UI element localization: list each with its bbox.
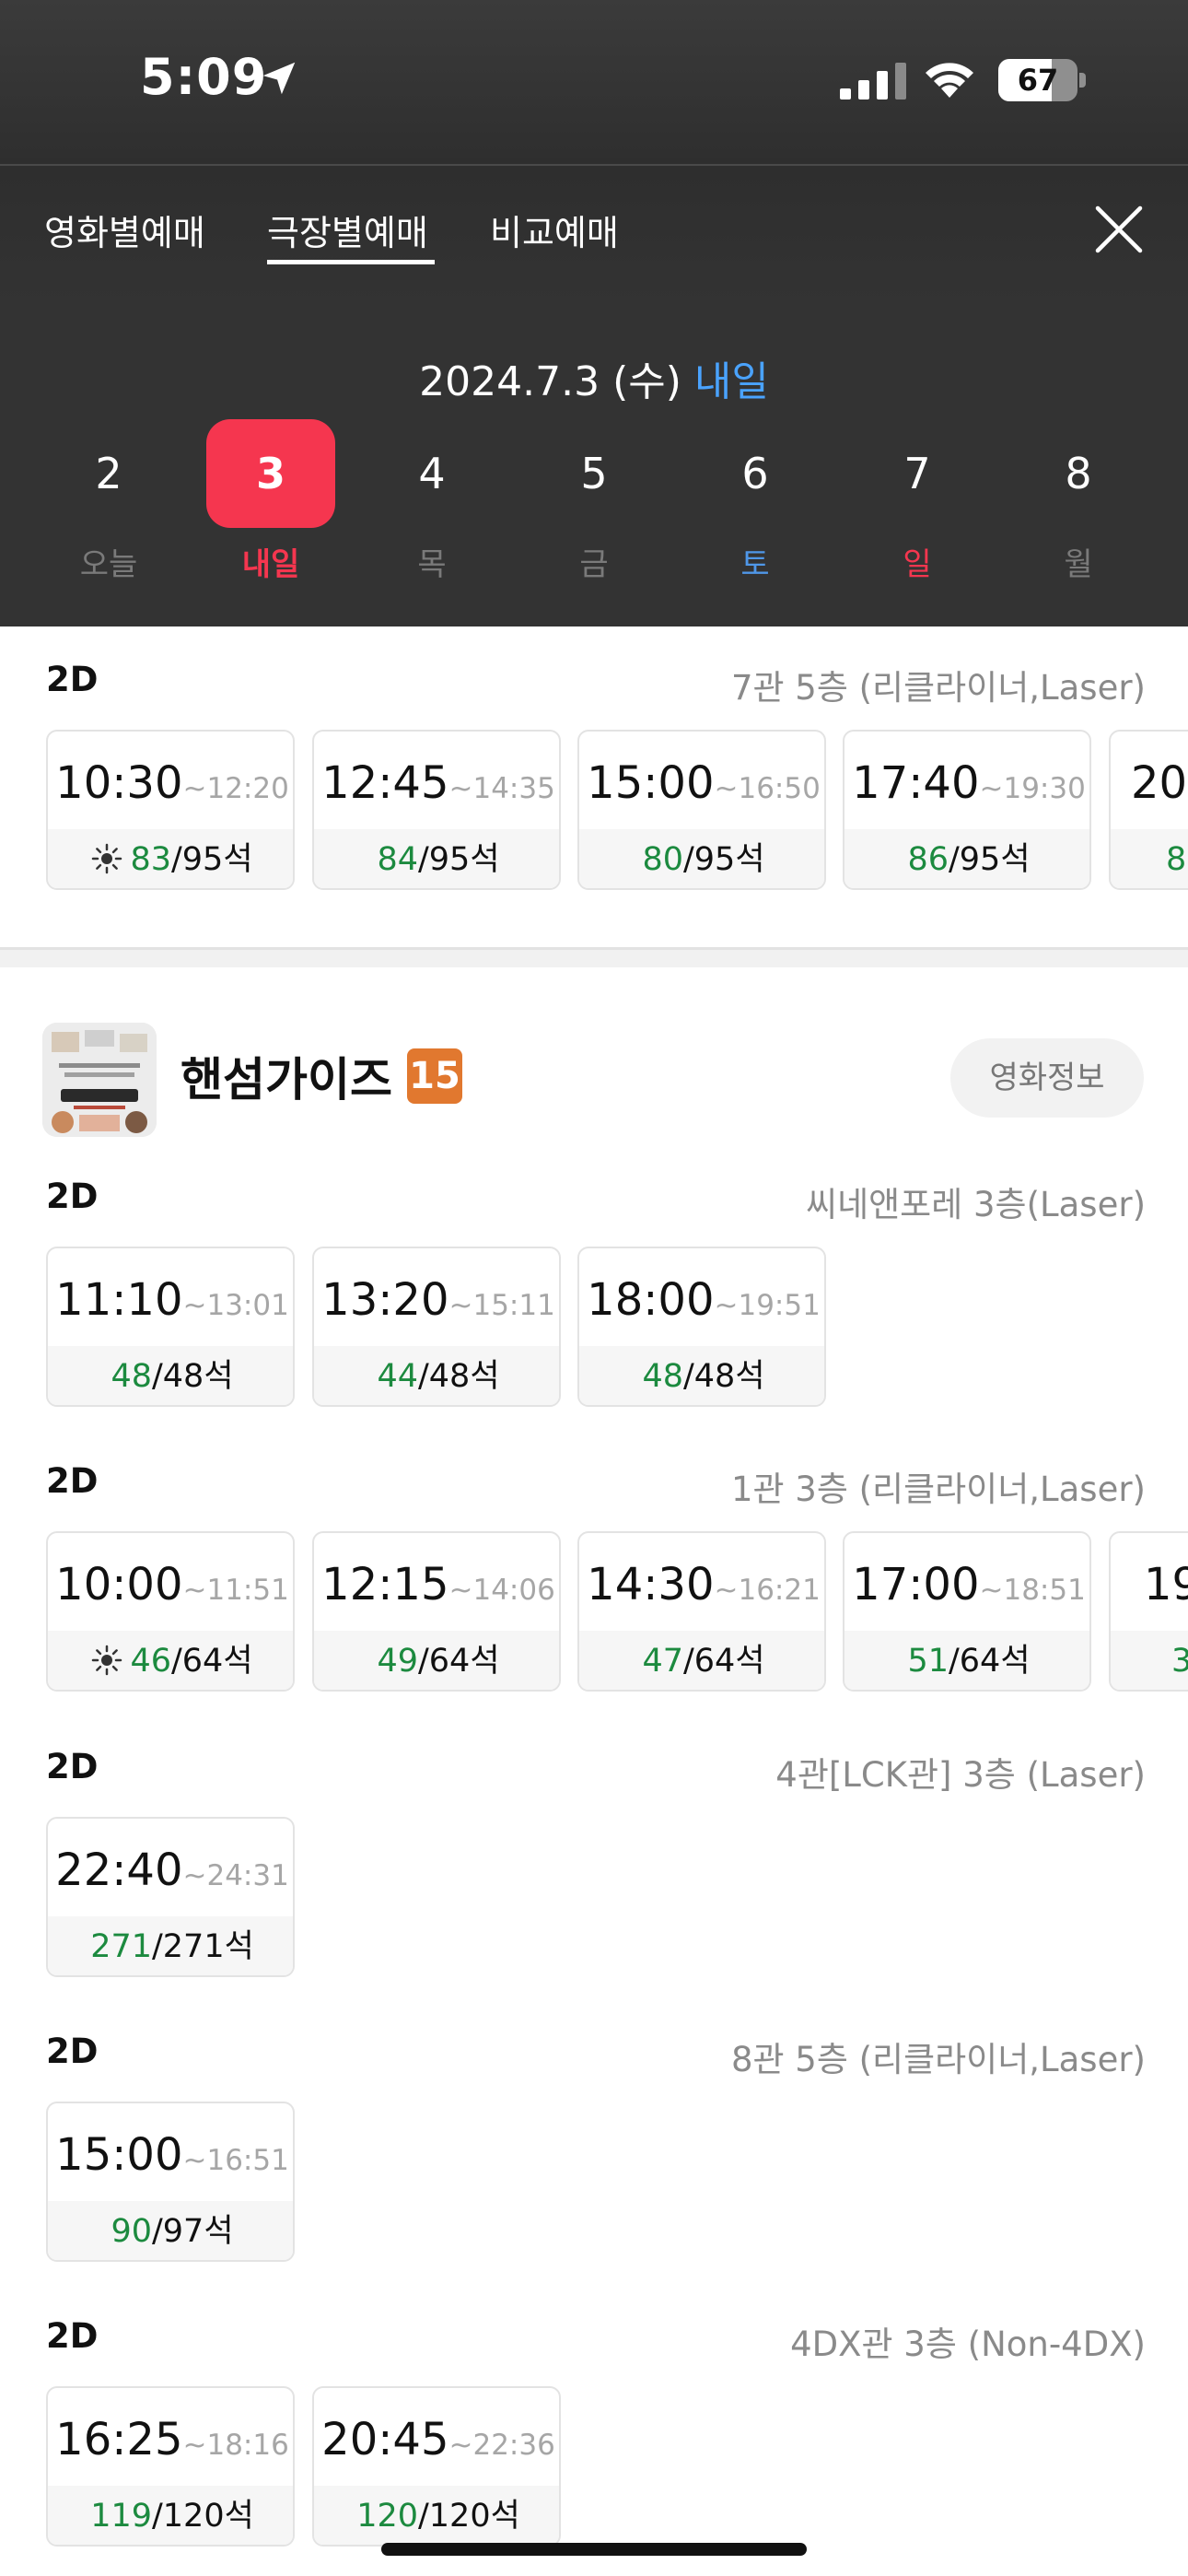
showtime-row: 10:30~12:20 83/95석 12:45~14:35 84/95석 15… [46, 730, 1188, 892]
wifi-icon [926, 63, 973, 98]
showtime-slot[interactable]: 13:20~15:11 44/48석 [312, 1247, 561, 1407]
close-icon[interactable] [1090, 201, 1147, 258]
hall-label: 4DX관 3층 (Non-4DX) [790, 2324, 1146, 2364]
morning-sun-icon [92, 843, 122, 874]
home-indicator[interactable] [381, 2543, 807, 2556]
section-divider [0, 947, 1188, 967]
showtime-slot[interactable]: 20:45~22:36 120/120석 [312, 2386, 561, 2547]
poster-image [42, 1023, 157, 1137]
showtime-slot[interactable]: 10:00~11:51 46/64석 [46, 1531, 295, 1692]
day-item[interactable]: 2 오늘 [44, 419, 173, 583]
showtime-slot[interactable]: 12:15~14:06 49/64석 [312, 1531, 561, 1692]
status-time: 5:09 [140, 48, 268, 106]
tab-compare-booking[interactable]: 비교예매 [490, 205, 619, 255]
showtime-slot[interactable]: 14:30~16:21 47/64석 [577, 1531, 826, 1692]
showtime-slot[interactable]: 20: 8 [1109, 730, 1188, 890]
showtime-slot[interactable]: 18:00~19:51 48/48석 [577, 1247, 826, 1407]
format-label: 2D [46, 1747, 99, 1786]
morning-sun-icon [92, 1645, 122, 1676]
cellular-signal-icon [840, 63, 906, 100]
format-label: 2D [46, 660, 99, 699]
format-label: 2D [46, 1177, 99, 1216]
age-rating-badge: 15 [407, 1048, 462, 1104]
showtime-row: 10:00~11:51 46/64석 12:15~14:06 49/64석 14… [46, 1531, 1188, 1693]
showtime-slot[interactable]: 15:00~16:51 90/97석 [46, 2102, 295, 2262]
hall-label: 1관 3층 (리클라이너,Laser) [730, 1469, 1146, 1509]
showtime-slot[interactable]: 15:00~16:50 80/95석 [577, 730, 826, 890]
location-arrow-icon [262, 62, 296, 95]
day-item[interactable]: 4목 [367, 419, 496, 583]
showtime-row: 22:40~24:31 271/271석 [46, 1817, 1188, 1979]
showtime-row: 11:10~13:01 48/48석 13:20~15:11 44/48석 18… [46, 1247, 1188, 1409]
selected-date-title: 2024.7.3 (수) 내일 [419, 358, 769, 405]
format-label: 2D [46, 1461, 99, 1501]
hall-label: 8관 5층 (리클라이너,Laser) [730, 2040, 1146, 2079]
showtime-slot[interactable]: 17:00~18:51 51/64석 [843, 1531, 1091, 1692]
showtime-slot[interactable]: 22:40~24:31 271/271석 [46, 1817, 295, 1977]
hall-label: 7관 5층 (리클라이너,Laser) [730, 668, 1146, 708]
showtime-slot[interactable]: 10:30~12:20 83/95석 [46, 730, 295, 890]
showtime-slot[interactable]: 19 3 [1109, 1531, 1188, 1692]
battery-percent: 67 [1017, 63, 1059, 98]
showtime-slot[interactable]: 11:10~13:01 48/48석 [46, 1247, 295, 1407]
tab-theater-booking[interactable]: 극장별예매 [267, 205, 428, 255]
status-bar: 5:09 67 [0, 0, 1188, 161]
movie-title: 핸섬가이즈 [181, 1053, 392, 1107]
day-item[interactable]: 8월 [1014, 419, 1143, 583]
showtime-row: 16:25~18:16 119/120석 20:45~22:36 120/120… [46, 2386, 1188, 2548]
active-tab-indicator [267, 260, 435, 264]
day-item[interactable]: 7일 [853, 419, 982, 583]
day-item[interactable]: 6토 [691, 419, 820, 583]
format-label: 2D [46, 2316, 99, 2356]
day-item-selected[interactable]: 3 내일 [206, 419, 335, 583]
showtime-slot[interactable]: 12:45~14:35 84/95석 [312, 730, 561, 890]
tab-movie-booking[interactable]: 영화별예매 [44, 205, 205, 255]
showtime-slot[interactable]: 17:40~19:30 86/95석 [843, 730, 1091, 890]
movie-poster[interactable] [42, 1023, 157, 1137]
hall-label: 씨네앤포레 3층(Laser) [806, 1185, 1146, 1224]
format-label: 2D [46, 2032, 99, 2071]
hall-label: 4관[LCK관] 3층 (Laser) [775, 1755, 1146, 1795]
showtime-slot[interactable]: 16:25~18:16 119/120석 [46, 2386, 295, 2547]
movie-info-button[interactable]: 영화정보 [950, 1038, 1144, 1118]
showtime-row: 15:00~16:51 90/97석 [46, 2102, 1188, 2264]
header: 5:09 67 영화별예매 극장별예매 비교예매 2024.7.3 (수) 내일… [0, 0, 1188, 626]
battery-icon: 67 [998, 59, 1087, 101]
day-item[interactable]: 5금 [530, 419, 658, 583]
